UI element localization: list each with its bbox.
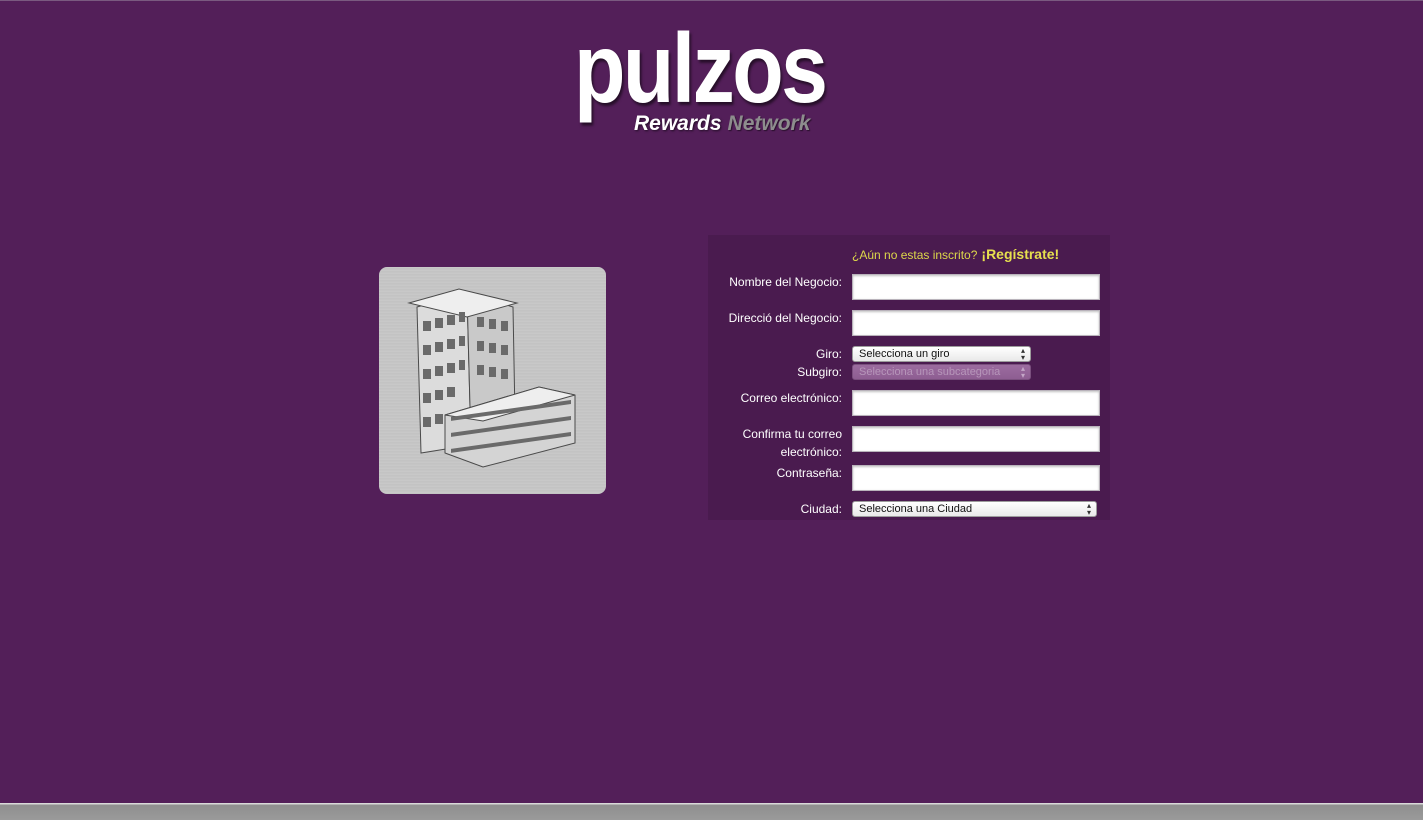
- email-input[interactable]: [852, 390, 1100, 416]
- giro-select[interactable]: Selecciona un giro ▴ ▾: [852, 346, 1031, 362]
- register-question: ¿Aún no estas inscrito?: [852, 248, 978, 262]
- email-confirm-label: Confirma tu correo electrónico:: [743, 425, 842, 461]
- register-link[interactable]: ¡Regístrate!: [981, 246, 1059, 262]
- email-confirm-label-line1: Confirma tu correo: [742, 427, 842, 441]
- giro-label: Giro:: [815, 347, 842, 361]
- email-label: Correo electrónico:: [740, 391, 842, 405]
- giro-selected-value: Selecciona un giro: [859, 348, 950, 360]
- password-input[interactable]: [852, 465, 1100, 491]
- window-status-bar: [0, 803, 1423, 820]
- register-prompt: ¿Aún no estas inscrito? ¡Regístrate!: [852, 246, 1059, 262]
- select-arrows-icon: ▴ ▾: [1020, 346, 1025, 362]
- business-name-label: Nombre del Negocio:: [729, 275, 842, 289]
- pulzos-logo: pulzos Rewards Network: [570, 13, 890, 155]
- logo-rewards-text: Rewards: [634, 112, 722, 135]
- password-label: Contraseña:: [776, 466, 842, 480]
- city-selected-value: Selecciona una Ciudad: [859, 503, 973, 515]
- logo-tagline: Rewards Network: [634, 112, 810, 136]
- select-arrows-icon: ▴ ▾: [1086, 501, 1091, 517]
- office-building-icon: [407, 288, 576, 468]
- logo-wordmark: pulzos: [574, 13, 828, 123]
- logo-network-text: Network: [727, 112, 811, 135]
- city-label: Ciudad:: [800, 502, 842, 516]
- email-confirm-input[interactable]: [852, 426, 1100, 452]
- business-name-input[interactable]: [852, 274, 1100, 300]
- city-select[interactable]: Selecciona una Ciudad ▴ ▾: [852, 501, 1097, 517]
- business-building-image: [379, 267, 606, 494]
- subgiro-selected-value: Selecciona una subcategoria: [859, 366, 1001, 378]
- subgiro-select[interactable]: Selecciona una subcategoria ▴ ▾: [852, 364, 1031, 380]
- subgiro-label: Subgiro:: [797, 365, 842, 379]
- window-top-edge: [0, 0, 1423, 1]
- select-arrows-icon: ▴ ▾: [1020, 364, 1025, 380]
- business-address-input[interactable]: [852, 310, 1100, 336]
- business-address-label: Direcció del Negocio:: [728, 311, 842, 325]
- email-confirm-label-line2: electrónico:: [780, 445, 842, 459]
